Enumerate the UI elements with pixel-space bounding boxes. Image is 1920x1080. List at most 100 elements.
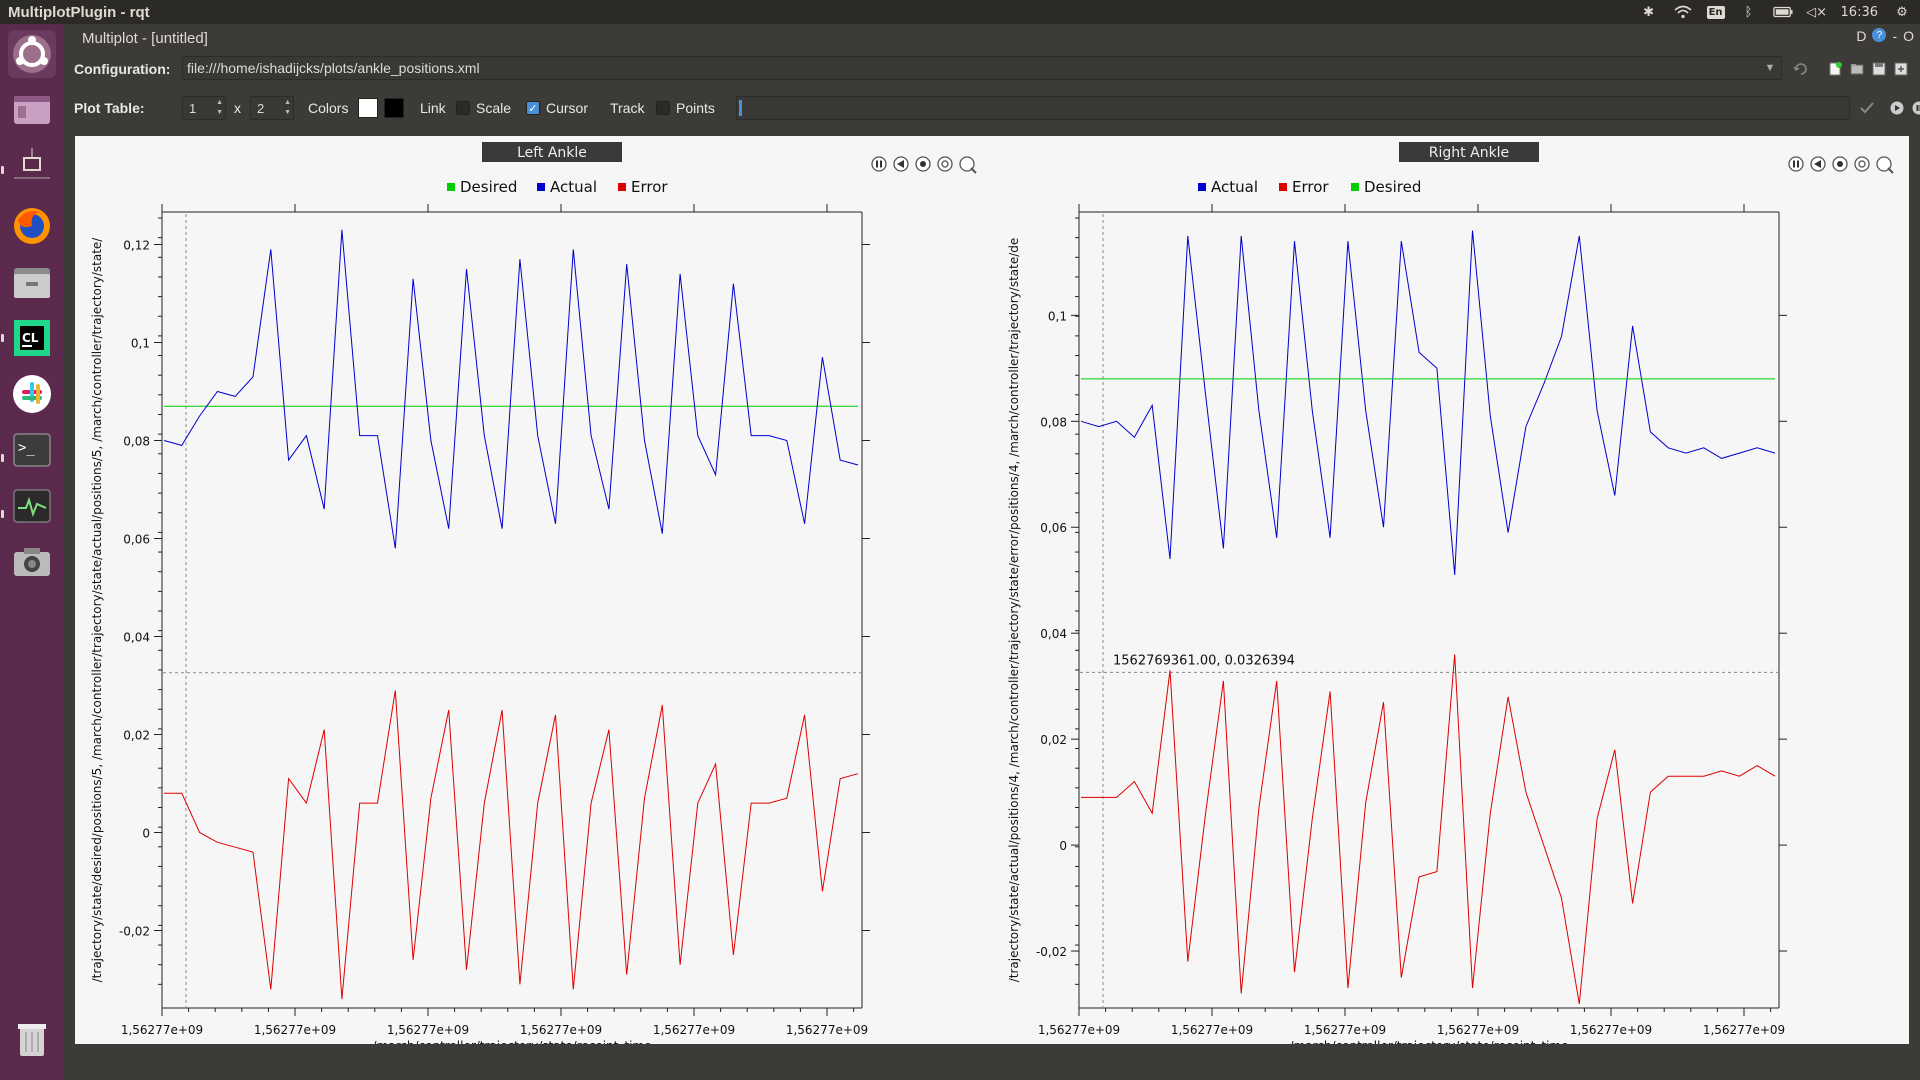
chart-svg[interactable]: Left Ankle Desired Actual Error 0,12 0,1 0,08 0… — [75, 136, 992, 1044]
config-url-input[interactable]: file:///home/ishadijcks/plots/ankle_posi… — [182, 56, 1782, 80]
scale-label: Scale — [476, 100, 512, 116]
clock[interactable]: 16:36 — [1841, 5, 1878, 20]
background-color-swatch[interactable] — [358, 98, 378, 118]
bluetooth-icon[interactable]: ᛒ — [1739, 4, 1759, 20]
plot-left-ankle[interactable]: Left Ankle Desired Actual Error 0,12 0,1 0,08 0… — [75, 136, 992, 1044]
plot-pause-icon[interactable] — [871, 156, 887, 172]
x-axis-label: /march/controller/trajectory/state/recei… — [373, 1039, 652, 1044]
config-label: Configuration: — [74, 61, 171, 77]
plot-table-label: Plot Table: — [74, 100, 145, 116]
track-label: Track — [610, 100, 645, 116]
app-title: MultiplotPlugin - rqt — [8, 3, 150, 21]
y-axis-label: /trajectory/state/desired/positions/5, /… — [90, 237, 104, 983]
cursor-checkbox[interactable]: ✓ — [526, 101, 540, 115]
x-tick-label: 1,56277e+09 — [786, 1023, 868, 1037]
spin-arrows-icon[interactable]: ▲ ▼ — [216, 98, 223, 118]
settings-icon[interactable] — [8, 142, 56, 190]
help-button[interactable]: ? — [1872, 28, 1887, 42]
chevron-down-icon[interactable]: ▼ — [1759, 57, 1781, 79]
points-checkbox[interactable] — [656, 101, 670, 115]
minimize-button[interactable]: - — [1892, 28, 1897, 44]
x-tick-label: 1,56277e+09 — [1570, 1023, 1652, 1037]
running-indicator — [1, 510, 4, 518]
legend-label: Actual — [550, 178, 597, 196]
workspace-icon[interactable] — [8, 86, 56, 134]
plot-rewind-icon[interactable] — [893, 156, 909, 172]
plot-icon-ring — [871, 156, 887, 172]
plot-gear-icon[interactable] — [1854, 156, 1870, 172]
terminal-icon[interactable]: >_ — [8, 426, 56, 474]
plot-area: Left Ankle Desired Actual Error 0,12 0,1 0,08 0… — [75, 136, 1909, 1044]
running-indicator — [1, 334, 4, 342]
pause-bar — [1793, 160, 1795, 168]
rqt-window: Multiplot - [untitled] D ? - O Configura… — [64, 24, 1920, 1080]
y-tick-label: 0,02 — [123, 729, 150, 743]
running-indicator — [1, 454, 4, 462]
spin-arrows-icon[interactable]: ▲ ▼ — [284, 98, 291, 118]
pause-bar — [880, 160, 882, 168]
check-icon[interactable] — [1858, 99, 1876, 117]
y-axis-label: /trajectory/state/actual/positions/4, /m… — [1007, 238, 1021, 983]
plot-gear-icon[interactable] — [937, 156, 953, 172]
svg-text:>_: >_ — [18, 440, 35, 456]
plot-icon-ring — [937, 156, 953, 172]
wifi-icon[interactable] — [1673, 4, 1693, 20]
battery-icon[interactable] — [1772, 4, 1793, 20]
legend-swatch — [618, 183, 626, 191]
camera-icon[interactable] — [8, 538, 56, 586]
chart-svg[interactable]: Right Ankle Actual Error Desired 0,1 0,08 0,06… — [992, 136, 1909, 1044]
status-bar — [64, 1054, 1920, 1080]
legend-swatch — [1279, 183, 1287, 191]
close-button[interactable]: O — [1903, 28, 1914, 44]
slack-indicator-icon[interactable]: ✱ — [1639, 4, 1659, 20]
x-tick-label: 1,56277e+09 — [121, 1023, 203, 1037]
plot-right-ankle[interactable]: Right Ankle Actual Error Desired 0,1 0,08 0,06… — [992, 136, 1909, 1044]
new-config-icon[interactable] — [1826, 60, 1844, 78]
rows-value: 1 — [189, 100, 197, 116]
x-tick-label: 1,56277e+09 — [520, 1023, 602, 1037]
points-label: Points — [676, 100, 715, 116]
volume-muted-icon[interactable]: ◁× — [1806, 4, 1827, 20]
legend-swatch — [537, 183, 545, 191]
system-monitor-icon[interactable] — [8, 482, 56, 530]
save-config-icon[interactable] — [1870, 60, 1888, 78]
config-bar: Configuration: file:///home/ishadijcks/p… — [64, 54, 1920, 84]
window-titlebar: Multiplot - [untitled] D ? - O — [64, 24, 1920, 52]
pause-icon[interactable] — [1910, 99, 1920, 117]
x-tick-label: 1,56277e+09 — [1703, 1023, 1785, 1037]
slack-icon[interactable] — [8, 370, 56, 418]
firefox-icon[interactable] — [8, 202, 56, 250]
config-url-value: file:///home/ishadijcks/plots/ankle_posi… — [187, 60, 480, 76]
plot-rewind-icon[interactable] — [1810, 156, 1826, 172]
plot-record-icon[interactable] — [915, 156, 931, 172]
x-tick-label: 1,56277e+09 — [1304, 1023, 1386, 1037]
save-as-config-icon[interactable] — [1892, 60, 1910, 78]
legend-label: Error — [1292, 178, 1329, 196]
foreground-color-swatch[interactable] — [384, 98, 404, 118]
files-icon[interactable] — [8, 258, 56, 306]
chart-title-text: Right Ankle — [1429, 145, 1509, 161]
pause-bar — [876, 160, 878, 168]
ubuntu-dash-icon[interactable] — [8, 30, 56, 78]
plot-pause-icon[interactable] — [1788, 156, 1804, 172]
track-input[interactable] — [736, 96, 1850, 120]
x-tick-label: 1,56277e+09 — [1437, 1023, 1519, 1037]
keyboard-layout-indicator[interactable]: En — [1706, 5, 1725, 19]
trash-icon[interactable] — [8, 1014, 56, 1062]
open-config-icon[interactable] — [1848, 60, 1866, 78]
play-icon[interactable] — [1888, 99, 1906, 117]
x-tick-label: 1,56277e+09 — [1038, 1023, 1120, 1037]
reload-icon[interactable] — [1792, 60, 1810, 78]
dock-button[interactable]: D — [1856, 28, 1866, 44]
legend-label: Actual — [1211, 178, 1258, 196]
clion-icon[interactable]: CL — [8, 314, 56, 362]
indicator-area: ✱ En ᛒ ◁× 16:36 ⚙ — [1639, 0, 1912, 24]
y-tick-label: 0,1 — [131, 337, 150, 351]
cols-spinbox[interactable]: 2 ▲ ▼ — [250, 96, 294, 120]
y-tick-label: -0,02 — [119, 925, 150, 939]
gear-icon[interactable]: ⚙ — [1892, 4, 1912, 20]
plot-record-icon[interactable] — [1832, 156, 1848, 172]
link-checkbox[interactable] — [456, 101, 470, 115]
y-tick-label: 0,1 — [1048, 309, 1067, 323]
rows-spinbox[interactable]: 1 ▲ ▼ — [182, 96, 226, 120]
